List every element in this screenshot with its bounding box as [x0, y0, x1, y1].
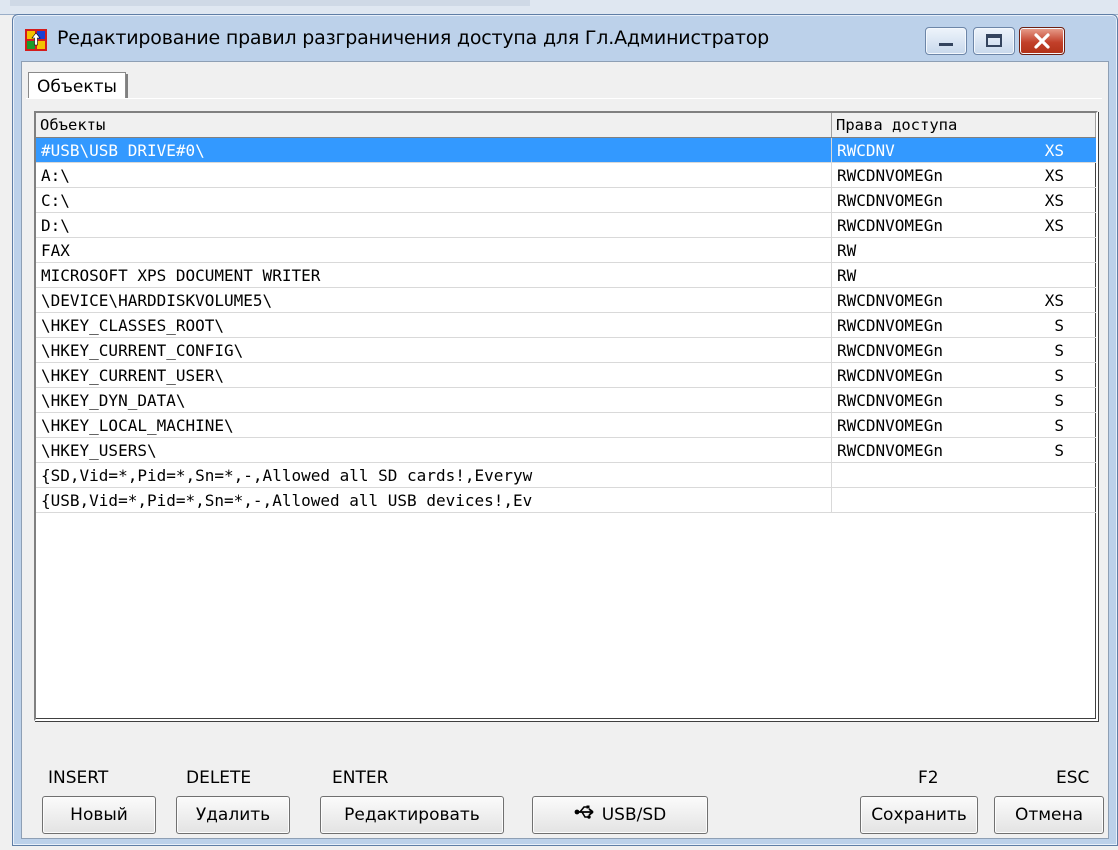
object-cell: D:\ [36, 213, 832, 237]
rights-cell: RWCDNVOMEGn [837, 166, 943, 185]
flags-cell: XS [1044, 216, 1064, 235]
dialog-window: Редактирование правил разграничения дост… [12, 14, 1118, 846]
flags-cell: S [1054, 391, 1064, 410]
rights-cell: RW [837, 241, 857, 260]
table-row[interactable]: MICROSOFT XPS DOCUMENT WRITER RW [36, 263, 1096, 288]
grid-header: Объекты Права доступа [36, 113, 1096, 138]
table-row[interactable]: \HKEY_CURRENT_CONFIG\ RWCDNVOMEGn S [36, 338, 1096, 363]
hotkey-insert: INSERT [48, 768, 109, 788]
object-cell: \HKEY_DYN_DATA\ [36, 388, 832, 412]
rights-cell: RWCDNV [837, 141, 895, 160]
grid-rows: #USB\USB DRIVE#0\ RWCDNV XS A:\ RWCDNVOMEGn X… [36, 138, 1096, 513]
flags-cell: S [1054, 366, 1064, 385]
rights-cell: RWCDNVOMEGn [837, 441, 943, 460]
usb-sd-button[interactable]: USB/SD [532, 796, 708, 834]
object-cell: \DEVICE\HARDDISKVOLUME5\ [36, 288, 832, 312]
flags-cell: S [1054, 441, 1064, 460]
table-row[interactable]: A:\ RWCDNVOMEGn XS [36, 163, 1096, 188]
rights-cell: RWCDNVOMEGn [837, 191, 943, 210]
hotkey-f2: F2 [918, 768, 939, 788]
close-icon [1034, 33, 1050, 49]
table-row[interactable]: D:\ RWCDNVOMEGn XS [36, 213, 1096, 238]
background-window-titlebar [0, 0, 1118, 15]
object-cell: FAX [36, 238, 832, 262]
flags-cell [1012, 263, 1072, 287]
dialog-client-area: Объекты Объекты Права доступа #USB\USB D… [21, 61, 1109, 839]
close-button[interactable] [1019, 27, 1065, 55]
table-row[interactable]: \DEVICE\HARDDISKVOLUME5\ RWCDNVOMEGn XS [36, 288, 1096, 313]
object-cell: #USB\USB DRIVE#0\ [36, 138, 832, 162]
rights-cell: RWCDNVOMEGn [837, 316, 943, 335]
table-row[interactable]: {SD,Vid=*,Pid=*,Sn=*,-,Allowed all SD ca… [36, 463, 1096, 488]
save-button[interactable]: Сохранить [860, 796, 978, 834]
flags-cell: S [1054, 341, 1064, 360]
window-title: Редактирование правил разграничения дост… [57, 27, 770, 49]
rights-cell: RWCDNVOMEGn [837, 416, 943, 435]
hotkey-esc: ESC [1056, 768, 1090, 788]
rights-cell: RWCDNVOMEGn [837, 341, 943, 360]
app-icon [25, 29, 47, 51]
hotkey-delete: DELETE [186, 768, 252, 788]
rights-cell: RWCDNVOMEGn [837, 366, 943, 385]
rights-cell: RW [837, 266, 857, 285]
table-row[interactable]: \HKEY_CLASSES_ROOT\ RWCDNVOMEGn S [36, 313, 1096, 338]
object-cell: MICROSOFT XPS DOCUMENT WRITER [36, 263, 832, 287]
table-row[interactable]: \HKEY_USERS\ RWCDNVOMEGn S [36, 438, 1096, 463]
flags-cell: S [1054, 416, 1064, 435]
object-cell: C:\ [36, 188, 832, 212]
object-cell: \HKEY_CURRENT_CONFIG\ [36, 338, 832, 362]
object-cell: \HKEY_LOCAL_MACHINE\ [36, 413, 832, 437]
flags-cell: XS [1044, 166, 1064, 185]
flags-cell [1012, 463, 1072, 487]
object-cell: {SD,Vid=*,Pid=*,Sn=*,-,Allowed all SD ca… [36, 463, 832, 487]
table-row[interactable]: FAX RW [36, 238, 1096, 263]
hotkey-hints: INSERT DELETE ENTER F2 ESC [22, 768, 1108, 788]
table-row[interactable]: \HKEY_CURRENT_USER\ RWCDNVOMEGn S [36, 363, 1096, 388]
object-cell: A:\ [36, 163, 832, 187]
rights-cell: RWCDNVOMEGn [837, 216, 943, 235]
rights-cell [832, 463, 1012, 487]
minimize-icon [939, 43, 953, 46]
rights-cell [832, 488, 1012, 512]
tab-objects[interactable]: Объекты [28, 72, 128, 100]
edit-button[interactable]: Редактировать [320, 796, 504, 834]
flags-cell: XS [1044, 191, 1064, 210]
delete-button[interactable]: Удалить [176, 796, 290, 834]
flags-cell: XS [1044, 141, 1064, 160]
new-button[interactable]: Новый [42, 796, 156, 834]
flags-cell [1012, 488, 1072, 512]
object-cell: \HKEY_USERS\ [36, 438, 832, 462]
table-row[interactable]: \HKEY_DYN_DATA\ RWCDNVOMEGn S [36, 388, 1096, 413]
rights-cell: RWCDNVOMEGn [837, 291, 943, 310]
usb-icon [574, 797, 596, 833]
table-row[interactable]: #USB\USB DRIVE#0\ RWCDNV XS [36, 138, 1096, 163]
flags-cell [1012, 238, 1072, 262]
column-header-access-rights[interactable]: Права доступа [832, 113, 1096, 137]
object-cell: {USB,Vid=*,Pid=*,Sn=*,-,Allowed all USB … [36, 488, 832, 512]
hotkey-enter: ENTER [332, 768, 389, 788]
cancel-button[interactable]: Отмена [994, 796, 1104, 834]
access-rules-grid[interactable]: Объекты Права доступа #USB\USB DRIVE#0\ R… [34, 111, 1098, 721]
table-row[interactable]: C:\ RWCDNVOMEGn XS [36, 188, 1096, 213]
tab-panel-objects: Объекты Права доступа #USB\USB DRIVE#0\ R… [26, 98, 1102, 789]
object-cell: \HKEY_CURRENT_USER\ [36, 363, 832, 387]
column-header-objects[interactable]: Объекты [36, 113, 832, 137]
table-row[interactable]: \HKEY_LOCAL_MACHINE\ RWCDNVOMEGn S [36, 413, 1096, 438]
minimize-button[interactable] [925, 27, 967, 55]
maximize-icon [986, 34, 1002, 47]
maximize-button[interactable] [973, 27, 1015, 55]
rights-cell: RWCDNVOMEGn [837, 391, 943, 410]
object-cell: \HKEY_CLASSES_ROOT\ [36, 313, 832, 337]
usb-sd-button-label: USB/SD [601, 805, 667, 825]
flags-cell: XS [1044, 291, 1064, 310]
flags-cell: S [1054, 316, 1064, 335]
title-bar[interactable]: Редактирование правил разграничения дост… [13, 15, 1117, 61]
table-row[interactable]: {USB,Vid=*,Pid=*,Sn=*,-,Allowed all USB … [36, 488, 1096, 513]
